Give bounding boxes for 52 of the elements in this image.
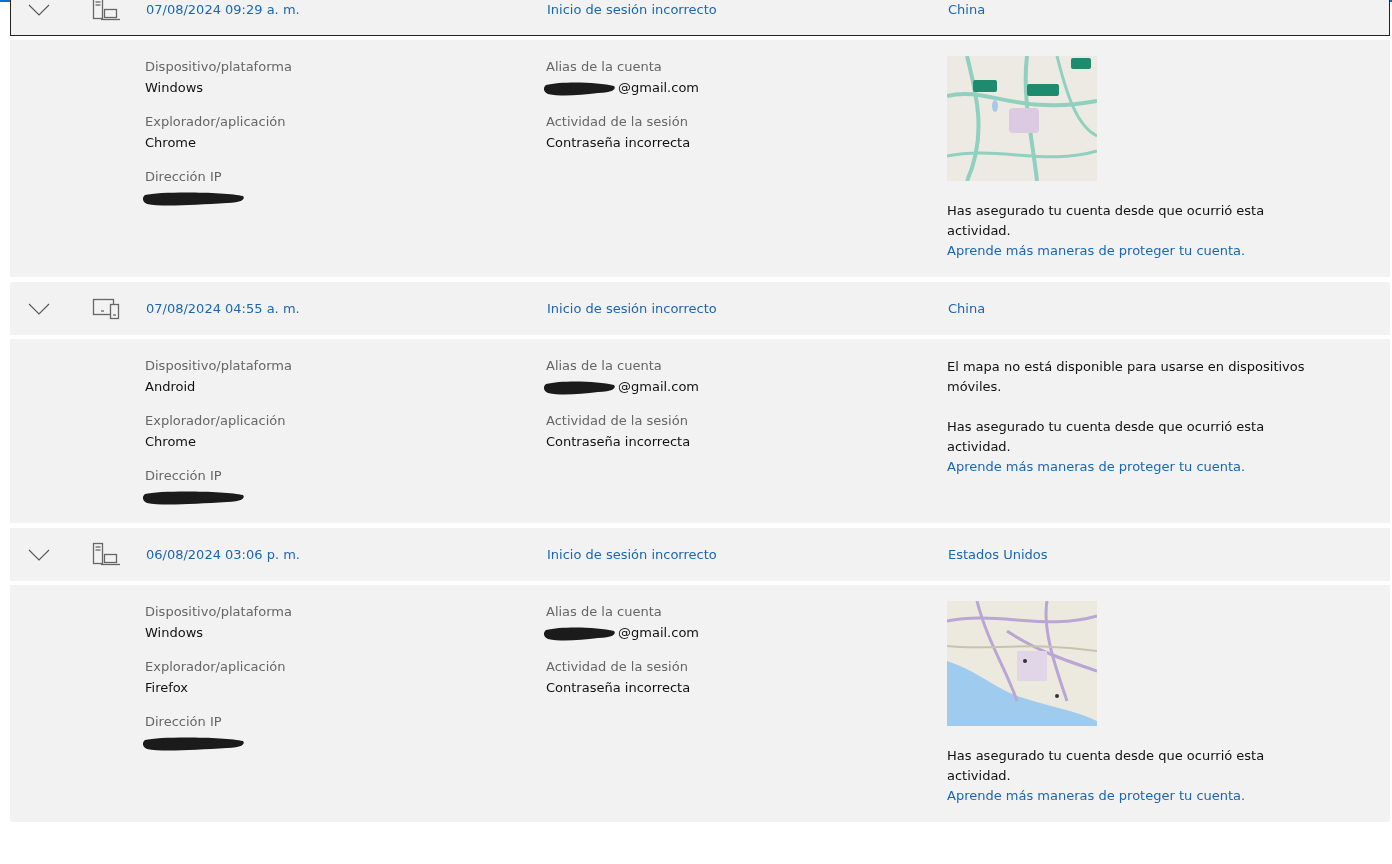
event-header[interactable]: 06/08/2024 03:06 p. m. Inicio de sesión incorrecto Estados Unidos [10,528,1390,581]
event-location: China [948,301,987,316]
event-date: 06/08/2024 03:06 p. m. [146,547,301,562]
field-label: Explorador/aplicación [145,412,287,430]
chevron-icon[interactable] [28,548,50,561]
field-value: Android [145,378,196,396]
field-label: Explorador/aplicación [145,658,287,676]
tablet-phone-icon [92,296,121,321]
event-header[interactable]: 07/08/2024 09:29 a. m. Inicio de sesión incorrecto China [10,0,1390,36]
chevron-icon[interactable] [28,3,50,16]
field-label: Alias de la cuenta [546,603,663,621]
field-value: Chrome [145,134,196,152]
computer-laptop-icon [92,0,121,22]
event-type: Inicio de sesión incorrecto [547,301,718,316]
field-label: Dispositivo/plataforma [145,357,293,375]
field-label: Explorador/aplicación [145,113,287,131]
field-value: @gmail.com [618,624,699,642]
event-date: 07/08/2024 09:29 a. m. [146,2,301,17]
field-value: Windows [145,79,204,97]
field-value: Windows [145,624,204,642]
notice-text: Has asegurado tu cuenta desde que ocurrió esta actividad. [947,202,1266,240]
field-label: Dispositivo/plataforma [145,58,293,76]
event-type: Inicio de sesión incorrecto [547,2,718,17]
field-label: Dispositivo/plataforma [145,603,293,621]
chevron-icon[interactable] [28,302,50,315]
field-label: Actividad de la sesión [546,113,689,131]
field-label: Alias de la cuenta [546,58,663,76]
field-value: Contraseña incorrecta [546,134,691,152]
field-value: Chrome [145,433,196,451]
field-label: Actividad de la sesión [546,412,689,430]
field-label: Alias de la cuenta [546,357,663,375]
protect-link[interactable]: Aprende más maneras de proteger tu cuenta. [947,241,1360,261]
event-type: Inicio de sesión incorrecto [547,547,718,562]
field-value: Contraseña incorrecta [546,433,691,451]
notice-text: Has asegurado tu cuenta desde que ocurrió esta actividad. [947,418,1266,456]
notice-text: Has asegurado tu cuenta desde que ocurrió esta actividad. [947,747,1266,785]
field-label: Actividad de la sesión [546,658,689,676]
field-value: @gmail.com [618,79,699,97]
event-location: China [948,2,987,17]
field-label: Dirección IP [145,467,223,485]
field-value: Firefox [145,679,189,697]
computer-laptop-icon [92,542,121,567]
map-message: El mapa no está disponible para usarse en dispositivos móviles. [947,358,1306,396]
field-label: Dirección IP [145,168,223,186]
field-value: Contraseña incorrecta [546,679,691,697]
event-date: 07/08/2024 04:55 a. m. [146,301,301,316]
protect-link[interactable]: Aprende más maneras de proteger tu cuenta. [947,786,1360,806]
protect-link[interactable]: Aprende más maneras de proteger tu cuenta. [947,457,1360,477]
field-label: Dirección IP [145,713,223,731]
event-location: Estados Unidos [948,547,1049,562]
event-header[interactable]: 07/08/2024 04:55 a. m. Inicio de sesión incorrecto China [10,282,1390,335]
field-value: @gmail.com [618,378,699,396]
